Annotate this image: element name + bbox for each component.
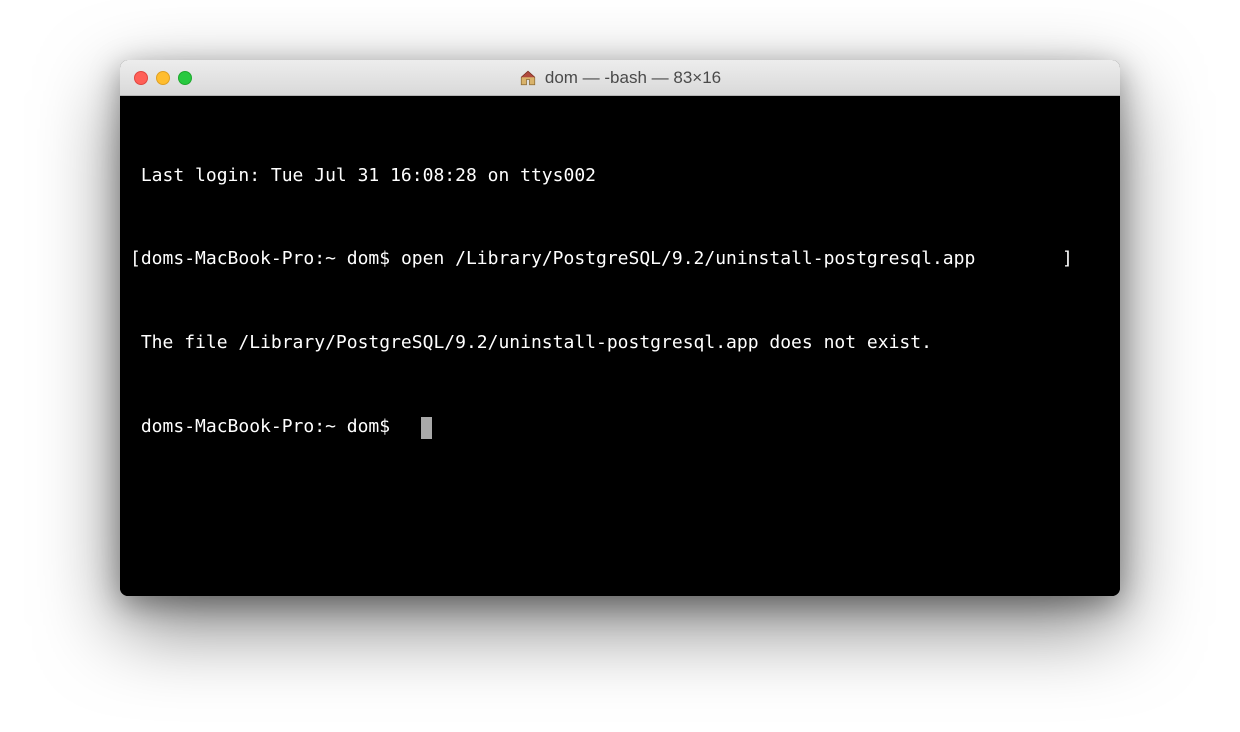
terminal-body[interactable]: Last login: Tue Jul 31 16:08:28 on ttys0… <box>120 96 1120 596</box>
command-text: open /Library/PostgreSQL/9.2/uninstall-p… <box>401 248 975 269</box>
window-title-wrap: dom — -bash — 83×16 <box>120 68 1120 88</box>
prompt-2: doms-MacBook-Pro:~ dom$ <box>141 416 401 437</box>
window-titlebar[interactable]: dom — -bash — 83×16 <box>120 60 1120 96</box>
terminal-line-command: [doms-MacBook-Pro:~ dom$ open /Library/P… <box>130 245 1110 273</box>
minimize-button[interactable] <box>156 71 170 85</box>
left-bracket: [ <box>130 248 141 269</box>
home-icon <box>519 69 537 87</box>
right-bracket: ] <box>1062 248 1073 269</box>
terminal-line-output: The file /Library/PostgreSQL/9.2/uninsta… <box>130 329 1110 357</box>
terminal-window: dom — -bash — 83×16 Last login: Tue Jul … <box>120 60 1120 596</box>
window-title: dom — -bash — 83×16 <box>545 68 721 88</box>
zoom-button[interactable] <box>178 71 192 85</box>
last-login-text: Last login: Tue Jul 31 16:08:28 on ttys0… <box>141 165 596 186</box>
traffic-lights <box>120 71 192 85</box>
close-button[interactable] <box>134 71 148 85</box>
cursor-icon <box>421 417 432 439</box>
terminal-line-prompt: doms-MacBook-Pro:~ dom$ <box>130 413 1110 441</box>
terminal-line-login: Last login: Tue Jul 31 16:08:28 on ttys0… <box>130 162 1110 190</box>
error-output-text: The file /Library/PostgreSQL/9.2/uninsta… <box>141 332 932 353</box>
prompt-1: doms-MacBook-Pro:~ dom$ <box>141 248 401 269</box>
